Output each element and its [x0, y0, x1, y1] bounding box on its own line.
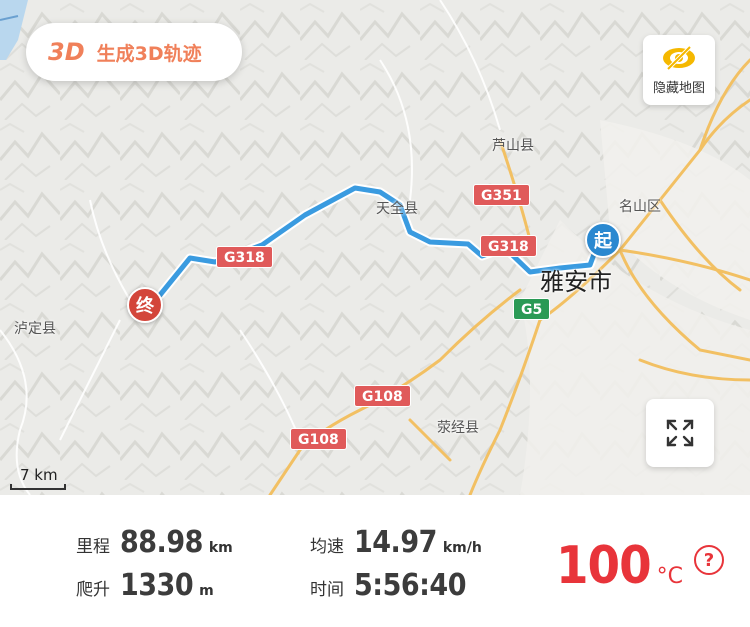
- temperature-unit: °C: [656, 564, 684, 589]
- road-shield-g318-east: G318: [480, 235, 537, 257]
- time-label: 时间: [310, 580, 344, 600]
- place-lushan: 芦山县: [492, 138, 534, 154]
- place-mingshan: 名山区: [619, 199, 661, 215]
- map-view[interactable]: 芦山县 天全县 名山区 雅安市 泸定县 荥经县 G351 G318 G318 G…: [0, 0, 750, 495]
- temperature-value: 100: [556, 536, 652, 596]
- road-shield-g108-south: G108: [290, 428, 347, 450]
- map-scale-label: 7 km: [20, 466, 58, 484]
- map-scale: 7 km: [10, 466, 68, 490]
- place-tianquan: 天全县: [376, 201, 418, 217]
- climb-value: 1330: [120, 568, 194, 603]
- distance-stat: 里程 88.98 km: [76, 525, 233, 560]
- climb-label: 爬升: [76, 580, 110, 600]
- place-yaan: 雅安市: [540, 268, 612, 296]
- distance-unit: km: [208, 540, 233, 556]
- avg-speed-stat: 均速 14.97 km/h: [310, 525, 482, 560]
- place-yingjing: 荥经县: [437, 420, 479, 436]
- road-shield-g351: G351: [473, 184, 530, 206]
- time-value: 5:56:40: [354, 568, 467, 603]
- road-shield-g5: G5: [513, 298, 551, 320]
- 3d-badge-icon: 3D: [48, 38, 85, 66]
- help-icon[interactable]: ?: [694, 545, 724, 575]
- distance-label: 里程: [76, 537, 110, 557]
- road-shield-g108-north: G108: [354, 385, 411, 407]
- end-marker[interactable]: 终: [127, 287, 163, 323]
- generate-3d-track-label: 生成3D轨迹: [96, 42, 202, 65]
- road-shield-g318-west: G318: [216, 246, 273, 268]
- avg-speed-value: 14.97: [354, 525, 437, 560]
- distance-value: 88.98: [120, 525, 203, 560]
- fullscreen-button[interactable]: [646, 399, 714, 467]
- place-luding: 泸定县: [14, 321, 56, 337]
- avg-speed-unit: km/h: [442, 540, 482, 556]
- time-stat: 时间 5:56:40: [310, 568, 467, 603]
- temperature-readout: 100 °C: [556, 536, 683, 596]
- avg-speed-label: 均速: [310, 537, 344, 557]
- expand-icon: [666, 419, 694, 447]
- start-marker[interactable]: 起: [585, 222, 621, 258]
- hide-map-button[interactable]: 隐藏地图: [643, 35, 715, 105]
- map-scale-bar: [10, 484, 66, 490]
- climb-stat: 爬升 1330 m: [76, 568, 214, 603]
- climb-unit: m: [199, 583, 214, 599]
- eye-hidden-icon: [663, 45, 695, 70]
- hide-map-label: 隐藏地图: [652, 80, 705, 96]
- generate-3d-track-button[interactable]: 3D 生成3D轨迹: [26, 23, 242, 81]
